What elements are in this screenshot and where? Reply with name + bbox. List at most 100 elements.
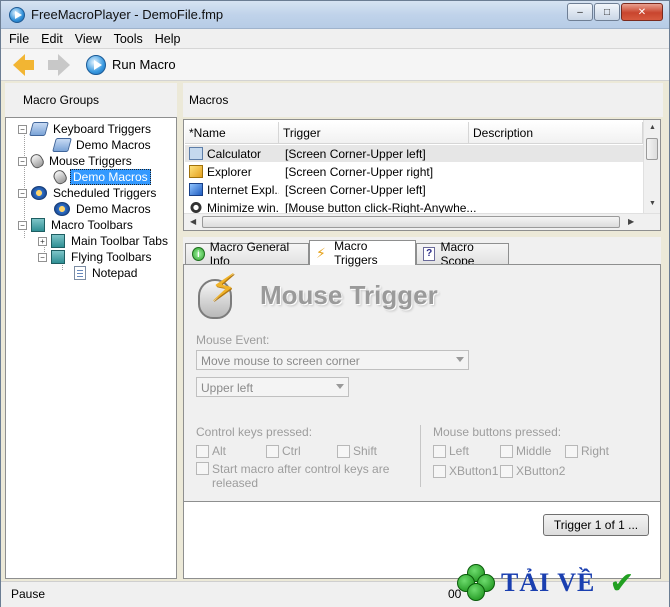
macro-row[interactable]: Internet Expl... [Screen Corner-Upper le…: [185, 181, 643, 198]
collapse-toggle[interactable]: −: [38, 252, 47, 262]
checkbox-box: [565, 444, 578, 458]
column-name[interactable]: *Name: [185, 122, 279, 144]
menu-view[interactable]: View: [75, 32, 102, 46]
tree-label: Mouse Triggers: [49, 154, 132, 168]
tree-label: Scheduled Triggers: [53, 186, 157, 200]
scroll-left-icon[interactable]: ◀: [190, 217, 196, 226]
calculator-icon: [189, 147, 203, 160]
start-after-line-2: released: [212, 476, 259, 490]
tab-macro-triggers[interactable]: ⚡ Macro Triggers: [309, 239, 416, 267]
trigger-tab-page: ⚡ Mouse Trigger Mouse Event: Move mouse …: [183, 264, 661, 532]
menu-file[interactable]: File: [9, 32, 29, 46]
keyboard-icon: [52, 138, 72, 152]
corner-select[interactable]: Upper left: [196, 377, 349, 397]
collapse-toggle[interactable]: −: [18, 220, 27, 230]
macro-name-cell: Internet Expl...: [189, 183, 279, 197]
checkbox-label: Ctrl: [282, 444, 301, 458]
column-description[interactable]: Description: [469, 122, 643, 144]
run-macro-button[interactable]: Run Macro: [86, 54, 176, 75]
macro-name: Explorer: [207, 164, 252, 179]
clover-logo-icon: [457, 564, 495, 602]
vertical-scroll-thumb[interactable]: [646, 138, 658, 160]
macro-groups-tree[interactable]: − Keyboard Triggers Demo Macros − Mouse …: [5, 117, 177, 579]
macro-name: Internet Expl...: [207, 182, 279, 197]
tree-item-mouse-demo-macros[interactable]: Demo Macros: [51, 167, 151, 187]
title-bar[interactable]: FreeMacroPlayer - DemoFile.fmp – □ ✕: [1, 1, 669, 29]
menu-tools[interactable]: Tools: [114, 32, 143, 46]
expand-toggle[interactable]: +: [38, 236, 47, 246]
macro-name: Calculator: [207, 146, 262, 161]
mouse-icon: [28, 151, 46, 171]
run-macro-label: Run Macro: [112, 57, 176, 72]
menu-help[interactable]: Help: [155, 32, 181, 46]
column-trigger[interactable]: Trigger: [279, 122, 469, 144]
tree-item-flying-toolbars[interactable]: − Flying Toolbars: [38, 249, 153, 265]
checkbox-box: [196, 444, 209, 458]
start-after-release-checkbox[interactable]: Start macro after control keys are relea…: [196, 462, 389, 490]
clover-leaf: [467, 583, 485, 601]
tree-item-keyboard-triggers[interactable]: − Keyboard Triggers: [18, 121, 153, 137]
tree-item-scheduled-demo-macros[interactable]: Demo Macros: [54, 201, 153, 217]
back-button[interactable]: [13, 53, 34, 76]
checkbox-label: Middle: [516, 444, 552, 458]
schedule-icon: [54, 202, 70, 216]
menu-edit[interactable]: Edit: [41, 32, 63, 46]
ctrl-checkbox[interactable]: Ctrl: [266, 444, 301, 458]
status-text: Pause: [11, 587, 46, 601]
lightning-icon: ⚡: [210, 268, 237, 310]
checkbox-box: [196, 462, 209, 475]
chevron-down-icon: [456, 357, 464, 362]
app-play-icon: [9, 7, 25, 23]
tree-item-main-toolbar-tabs[interactable]: + Main Toolbar Tabs: [38, 233, 170, 249]
forward-button[interactable]: [48, 53, 70, 76]
middle-button-checkbox[interactable]: Middle: [500, 444, 551, 458]
tree-label: Macro Toolbars: [51, 218, 133, 232]
shift-checkbox[interactable]: Shift: [337, 444, 377, 458]
macro-tabs-area: i Macro General Info ⚡ Macro Triggers ? …: [183, 237, 661, 579]
tree-item-mouse-triggers[interactable]: − Mouse Triggers: [18, 151, 134, 171]
left-button-checkbox[interactable]: Left: [433, 444, 469, 458]
tab-macro-general-info[interactable]: i Macro General Info: [185, 240, 309, 268]
maximize-button[interactable]: □: [594, 3, 620, 21]
macros-list[interactable]: *Name Trigger Description Calculator [Sc…: [183, 119, 661, 231]
macro-row[interactable]: Explorer [Screen Corner-Upper right]: [185, 163, 643, 180]
tree-item-scheduled-triggers[interactable]: − Scheduled Triggers: [18, 185, 158, 201]
collapse-toggle[interactable]: −: [18, 188, 27, 198]
checkbox-label: XButton2: [516, 464, 566, 478]
right-button-checkbox[interactable]: Right: [565, 444, 609, 458]
trigger-count-button[interactable]: Trigger 1 of 1 ...: [543, 514, 649, 536]
tab-macro-scope[interactable]: ? Macro Scope: [416, 240, 509, 268]
tree-item-macro-toolbars[interactable]: − Macro Toolbars: [18, 217, 135, 233]
info-icon: i: [192, 247, 205, 261]
collapse-toggle[interactable]: −: [18, 156, 27, 166]
checkbox-label: Left: [449, 444, 470, 458]
vertical-scrollbar[interactable]: ▲ ▼: [643, 120, 660, 213]
toolbar-icon: [51, 234, 65, 248]
scroll-right-icon[interactable]: ▶: [628, 217, 634, 226]
horizontal-scrollbar[interactable]: ◀ ▶: [184, 213, 660, 230]
close-button[interactable]: ✕: [621, 3, 663, 21]
minimize-button[interactable]: –: [567, 3, 593, 21]
checkbox-label: Alt: [212, 444, 227, 458]
start-after-line-1: Start macro after control keys are: [212, 462, 390, 476]
horizontal-scroll-thumb[interactable]: [202, 216, 620, 228]
xbutton2-checkbox[interactable]: XButton2: [500, 464, 565, 478]
tree-label: Main Toolbar Tabs: [71, 234, 168, 248]
mouse-event-select[interactable]: Move mouse to screen corner: [196, 350, 469, 370]
checkbox-label: Start macro after control keys are relea…: [212, 462, 389, 490]
window-title: FreeMacroPlayer - DemoFile.fmp: [31, 7, 224, 22]
scroll-up-icon[interactable]: ▲: [649, 124, 656, 131]
mouse-icon: [51, 167, 69, 187]
schedule-icon: [31, 186, 47, 200]
tree-item-keyboard-demo-macros[interactable]: Demo Macros: [52, 137, 153, 153]
checkbox-box: [266, 444, 279, 458]
collapse-toggle[interactable]: −: [18, 124, 27, 134]
tree-label: Flying Toolbars: [71, 250, 152, 264]
xbutton1-checkbox[interactable]: XButton1: [433, 464, 498, 478]
macro-row[interactable]: Calculator [Screen Corner-Upper left]: [185, 145, 643, 162]
macro-trigger: [Screen Corner-Upper left]: [285, 146, 426, 161]
back-arrow-icon: [13, 53, 25, 76]
scroll-down-icon[interactable]: ▼: [649, 200, 656, 207]
alt-checkbox[interactable]: Alt: [196, 444, 226, 458]
tree-item-notepad[interactable]: Notepad: [74, 265, 139, 281]
